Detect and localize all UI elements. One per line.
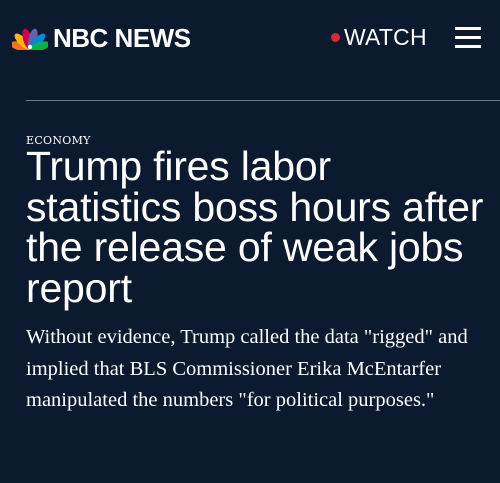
watch-link[interactable]: WATCH: [331, 24, 427, 50]
brand-name: NBC NEWS: [53, 23, 191, 53]
article-dek: Without evidence, Trump called the data …: [26, 326, 468, 411]
menu-bar-icon: [455, 27, 481, 30]
site-header: NBC NEWS WATCH: [0, 0, 500, 76]
live-dot-icon: [331, 32, 340, 42]
watch-label: WATCH: [344, 24, 427, 50]
menu-bar-icon: [455, 45, 481, 48]
peacock-icon: [12, 28, 48, 50]
article-headline: Trump fires labor statistics boss hours …: [26, 143, 484, 311]
menu-bar-icon: [455, 36, 481, 39]
nbc-news-logo[interactable]: NBC NEWS: [12, 25, 191, 51]
header-divider: [26, 100, 500, 101]
hamburger-menu-icon[interactable]: [455, 27, 481, 48]
